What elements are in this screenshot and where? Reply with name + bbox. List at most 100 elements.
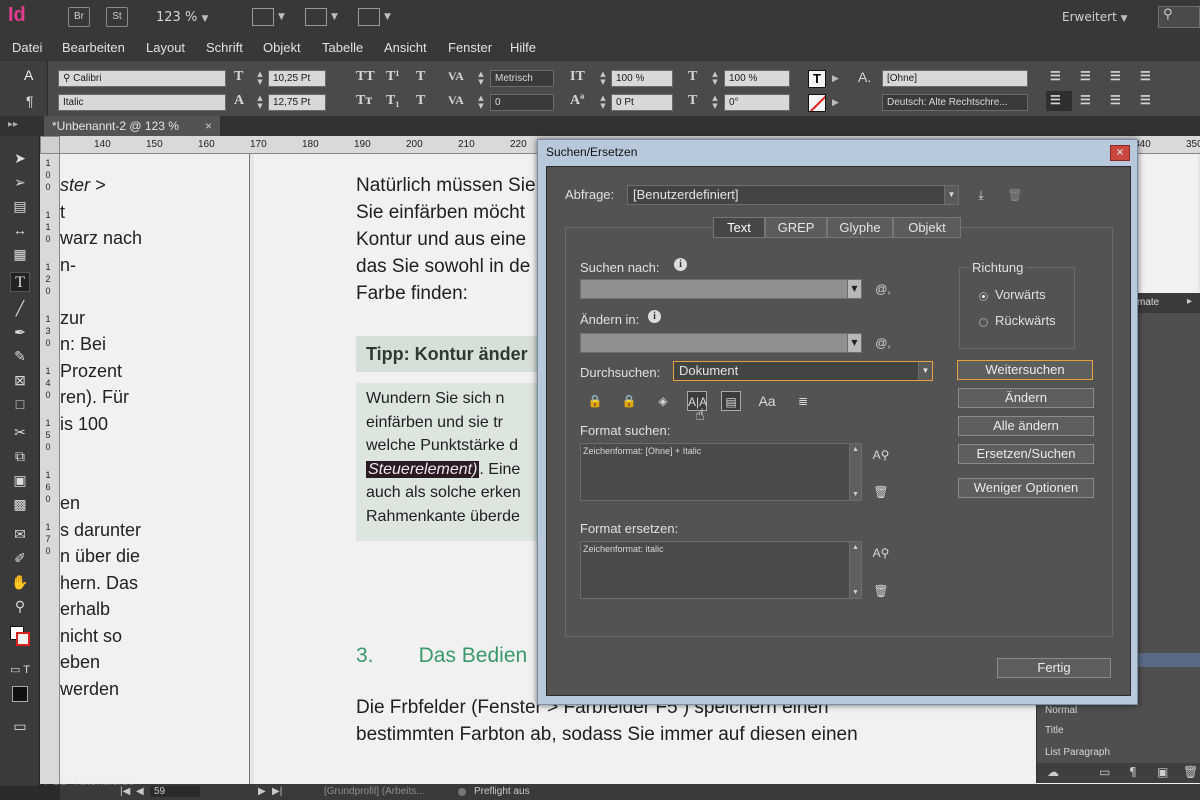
apply-color-icon[interactable] — [12, 686, 28, 702]
ruler-origin[interactable] — [40, 136, 60, 154]
change-format-box[interactable]: Zeichenformat: italic ▲ ▼ — [580, 541, 862, 599]
preflight-status[interactable]: Preflight aus — [474, 786, 530, 797]
strikethrough-icon[interactable]: T — [416, 93, 425, 109]
info-icon[interactable]: i — [648, 310, 661, 323]
style-item-title[interactable]: Title — [1045, 725, 1064, 736]
menu-schrift[interactable]: Schrift — [206, 40, 243, 55]
search-input[interactable]: ⚲ — [1158, 6, 1200, 28]
special-characters-icon[interactable]: @, — [873, 279, 893, 299]
gradient-swatch-tool-icon[interactable]: ▣ — [10, 470, 30, 490]
last-page-icon[interactable]: ▶| — [272, 786, 282, 797]
menu-objekt[interactable]: Objekt — [263, 40, 301, 55]
underline-icon[interactable]: T — [416, 69, 425, 85]
tracking-select[interactable]: 0 — [490, 94, 554, 111]
tracking-stepper[interactable]: ▲ ▼ — [476, 94, 486, 111]
document-tab[interactable]: *Unbenannt-2 @ 123 % × — [44, 116, 220, 136]
horizontal-scale-stepper[interactable]: ▲ ▼ — [710, 70, 720, 87]
leading-stepper[interactable]: ▲ ▼ — [255, 94, 265, 111]
change-all-button[interactable]: Alle ändern — [958, 416, 1094, 436]
find-next-button[interactable]: Weitersuchen — [957, 360, 1093, 380]
character-mode-icon[interactable]: A — [24, 67, 33, 83]
new-style-icon[interactable]: ▣ — [1157, 765, 1168, 779]
menu-fenster[interactable]: Fenster — [448, 40, 492, 55]
collapse-icon[interactable]: ▸▸ — [8, 119, 18, 130]
gap-tool-icon[interactable]: ↔ — [10, 220, 30, 240]
bridge-button[interactable]: Br — [68, 7, 90, 27]
change-find-button[interactable]: Ersetzen/Suchen — [958, 444, 1094, 464]
gradient-feather-tool-icon[interactable]: ▩ — [10, 494, 30, 514]
find-what-input[interactable]: ▼ — [580, 279, 862, 299]
kerning-select[interactable]: Metrisch — [490, 70, 554, 87]
search-scope-select[interactable]: Dokument ▼ — [673, 361, 933, 381]
paragraph-style-icon[interactable]: ¶ — [1129, 765, 1137, 779]
align-towards-spine-icon[interactable]: ☰ — [1140, 69, 1151, 84]
preflight-profile[interactable]: [Grundprofil] (Arbeits... — [324, 786, 425, 797]
menu-hilfe[interactable]: Hilfe — [510, 40, 536, 55]
font-family-select[interactable]: ⚲ Calibri — [58, 70, 226, 87]
justify-all-icon[interactable]: ☰ — [1140, 93, 1151, 108]
done-button[interactable]: Fertig — [997, 658, 1111, 678]
close-button[interactable]: × — [1110, 145, 1130, 161]
selected-text[interactable]: Steuerelement) — [366, 460, 480, 478]
align-left-icon[interactable]: ☰ — [1050, 69, 1061, 84]
arrange-documents-button[interactable] — [358, 8, 380, 26]
kerning-stepper[interactable]: ▲ ▼ — [476, 70, 486, 87]
zoom-tool-icon[interactable]: ⚲ — [10, 596, 30, 616]
case-sensitive-icon[interactable]: Aa — [757, 391, 777, 411]
formatting-container-icon[interactable]: ▭ T — [10, 660, 30, 680]
tip-box-header[interactable]: Tipp: Kontur änder — [356, 336, 556, 372]
justify-center-icon[interactable]: ☰ — [1080, 93, 1091, 108]
align-right-icon[interactable]: ☰ — [1110, 69, 1121, 84]
selection-tool-icon[interactable]: ➤ — [10, 148, 30, 168]
save-query-icon[interactable]: ⤓ — [971, 185, 991, 205]
scrollbar[interactable]: ▲ ▼ — [849, 444, 861, 500]
stock-button[interactable]: St — [106, 7, 128, 27]
style-item-list-paragraph[interactable]: List Paragraph — [1045, 747, 1110, 758]
whole-word-icon[interactable]: ≣ — [793, 391, 813, 411]
next-page-icon[interactable]: ▶ — [258, 786, 266, 797]
direct-selection-tool-icon[interactable]: ➢ — [10, 172, 30, 192]
page-number-field[interactable]: 59 — [150, 786, 200, 797]
delete-icon[interactable]: 🗑 — [1183, 765, 1198, 779]
hand-tool-icon[interactable]: ✋ — [10, 572, 30, 592]
direction-backward-label[interactable]: Rückwärts — [995, 313, 1056, 328]
include-footnotes-icon[interactable]: ▤ — [721, 391, 741, 411]
leading-field[interactable]: 12,75 Pt — [268, 94, 326, 111]
font-size-field[interactable]: 10,25 Pt — [268, 70, 326, 87]
page-tool-icon[interactable]: ▤ — [10, 196, 30, 216]
baseline-shift-field[interactable]: 0 Pt — [611, 94, 673, 111]
direction-forward-radio[interactable] — [979, 292, 988, 301]
rectangle-tool-icon[interactable]: □ — [10, 394, 30, 414]
stroke-none-icon[interactable] — [808, 94, 826, 112]
tab-text[interactable]: Text — [713, 217, 765, 238]
clear-find-attributes-icon[interactable]: 🗑 — [871, 482, 891, 502]
chevron-right-icon[interactable]: ▶ — [832, 98, 839, 108]
screen-mode-icon[interactable]: ▭ — [10, 716, 30, 736]
line-tool-icon[interactable]: ╱ — [10, 298, 30, 318]
all-caps-icon[interactable]: TT — [356, 69, 375, 85]
paragraph-mode-icon[interactable]: ¶ — [26, 93, 34, 109]
menu-datei[interactable]: Datei — [12, 40, 42, 55]
menu-ansicht[interactable]: Ansicht — [384, 40, 427, 55]
special-characters-icon[interactable]: @, — [873, 333, 893, 353]
panel-expand-icon[interactable]: ▸ — [1187, 296, 1192, 307]
specify-change-attributes-icon[interactable]: A⚲ — [871, 543, 891, 563]
menu-bearbeiten[interactable]: Bearbeiten — [62, 40, 125, 55]
tab-grep[interactable]: GREP — [765, 217, 827, 238]
view-options-button[interactable] — [252, 8, 274, 26]
scissors-tool-icon[interactable]: ✂ — [10, 422, 30, 442]
horizontal-scale-field[interactable]: 100 % — [724, 70, 790, 87]
character-style-select[interactable]: [Ohne] — [882, 70, 1028, 87]
panel-tab[interactable]: mate — [1137, 297, 1159, 308]
skew-stepper[interactable]: ▲ ▼ — [710, 94, 720, 111]
tab-glyph[interactable]: Glyphe — [827, 217, 893, 238]
menu-tabelle[interactable]: Tabelle — [322, 40, 363, 55]
include-locked-layers-icon[interactable]: 🔒 — [585, 391, 605, 411]
include-hidden-layers-icon[interactable]: ◈ — [653, 391, 673, 411]
close-icon[interactable]: × — [205, 116, 212, 136]
rectangle-frame-tool-icon[interactable]: ⊠ — [10, 370, 30, 390]
align-center-icon[interactable]: ☰ — [1080, 69, 1091, 84]
content-collector-icon[interactable]: ▦ — [10, 244, 30, 264]
text-fill-icon[interactable]: T — [808, 70, 826, 88]
direction-forward-label[interactable]: Vorwärts — [995, 287, 1046, 302]
